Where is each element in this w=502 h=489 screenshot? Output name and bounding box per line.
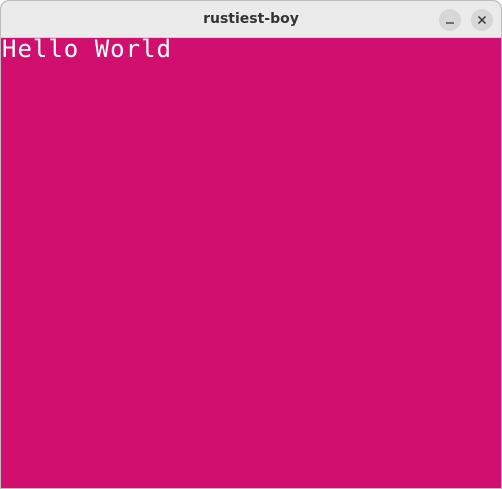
emulator-screen: Hello World xyxy=(1,35,501,488)
app-window: rustiest-boy Hello World xyxy=(0,0,502,489)
screen-text: Hello World xyxy=(2,35,172,63)
close-button[interactable] xyxy=(471,9,493,31)
minimize-icon xyxy=(446,22,454,24)
close-icon xyxy=(478,16,486,24)
title-bar[interactable]: rustiest-boy xyxy=(1,1,501,38)
minimize-button[interactable] xyxy=(439,9,461,31)
window-title: rustiest-boy xyxy=(203,11,299,27)
